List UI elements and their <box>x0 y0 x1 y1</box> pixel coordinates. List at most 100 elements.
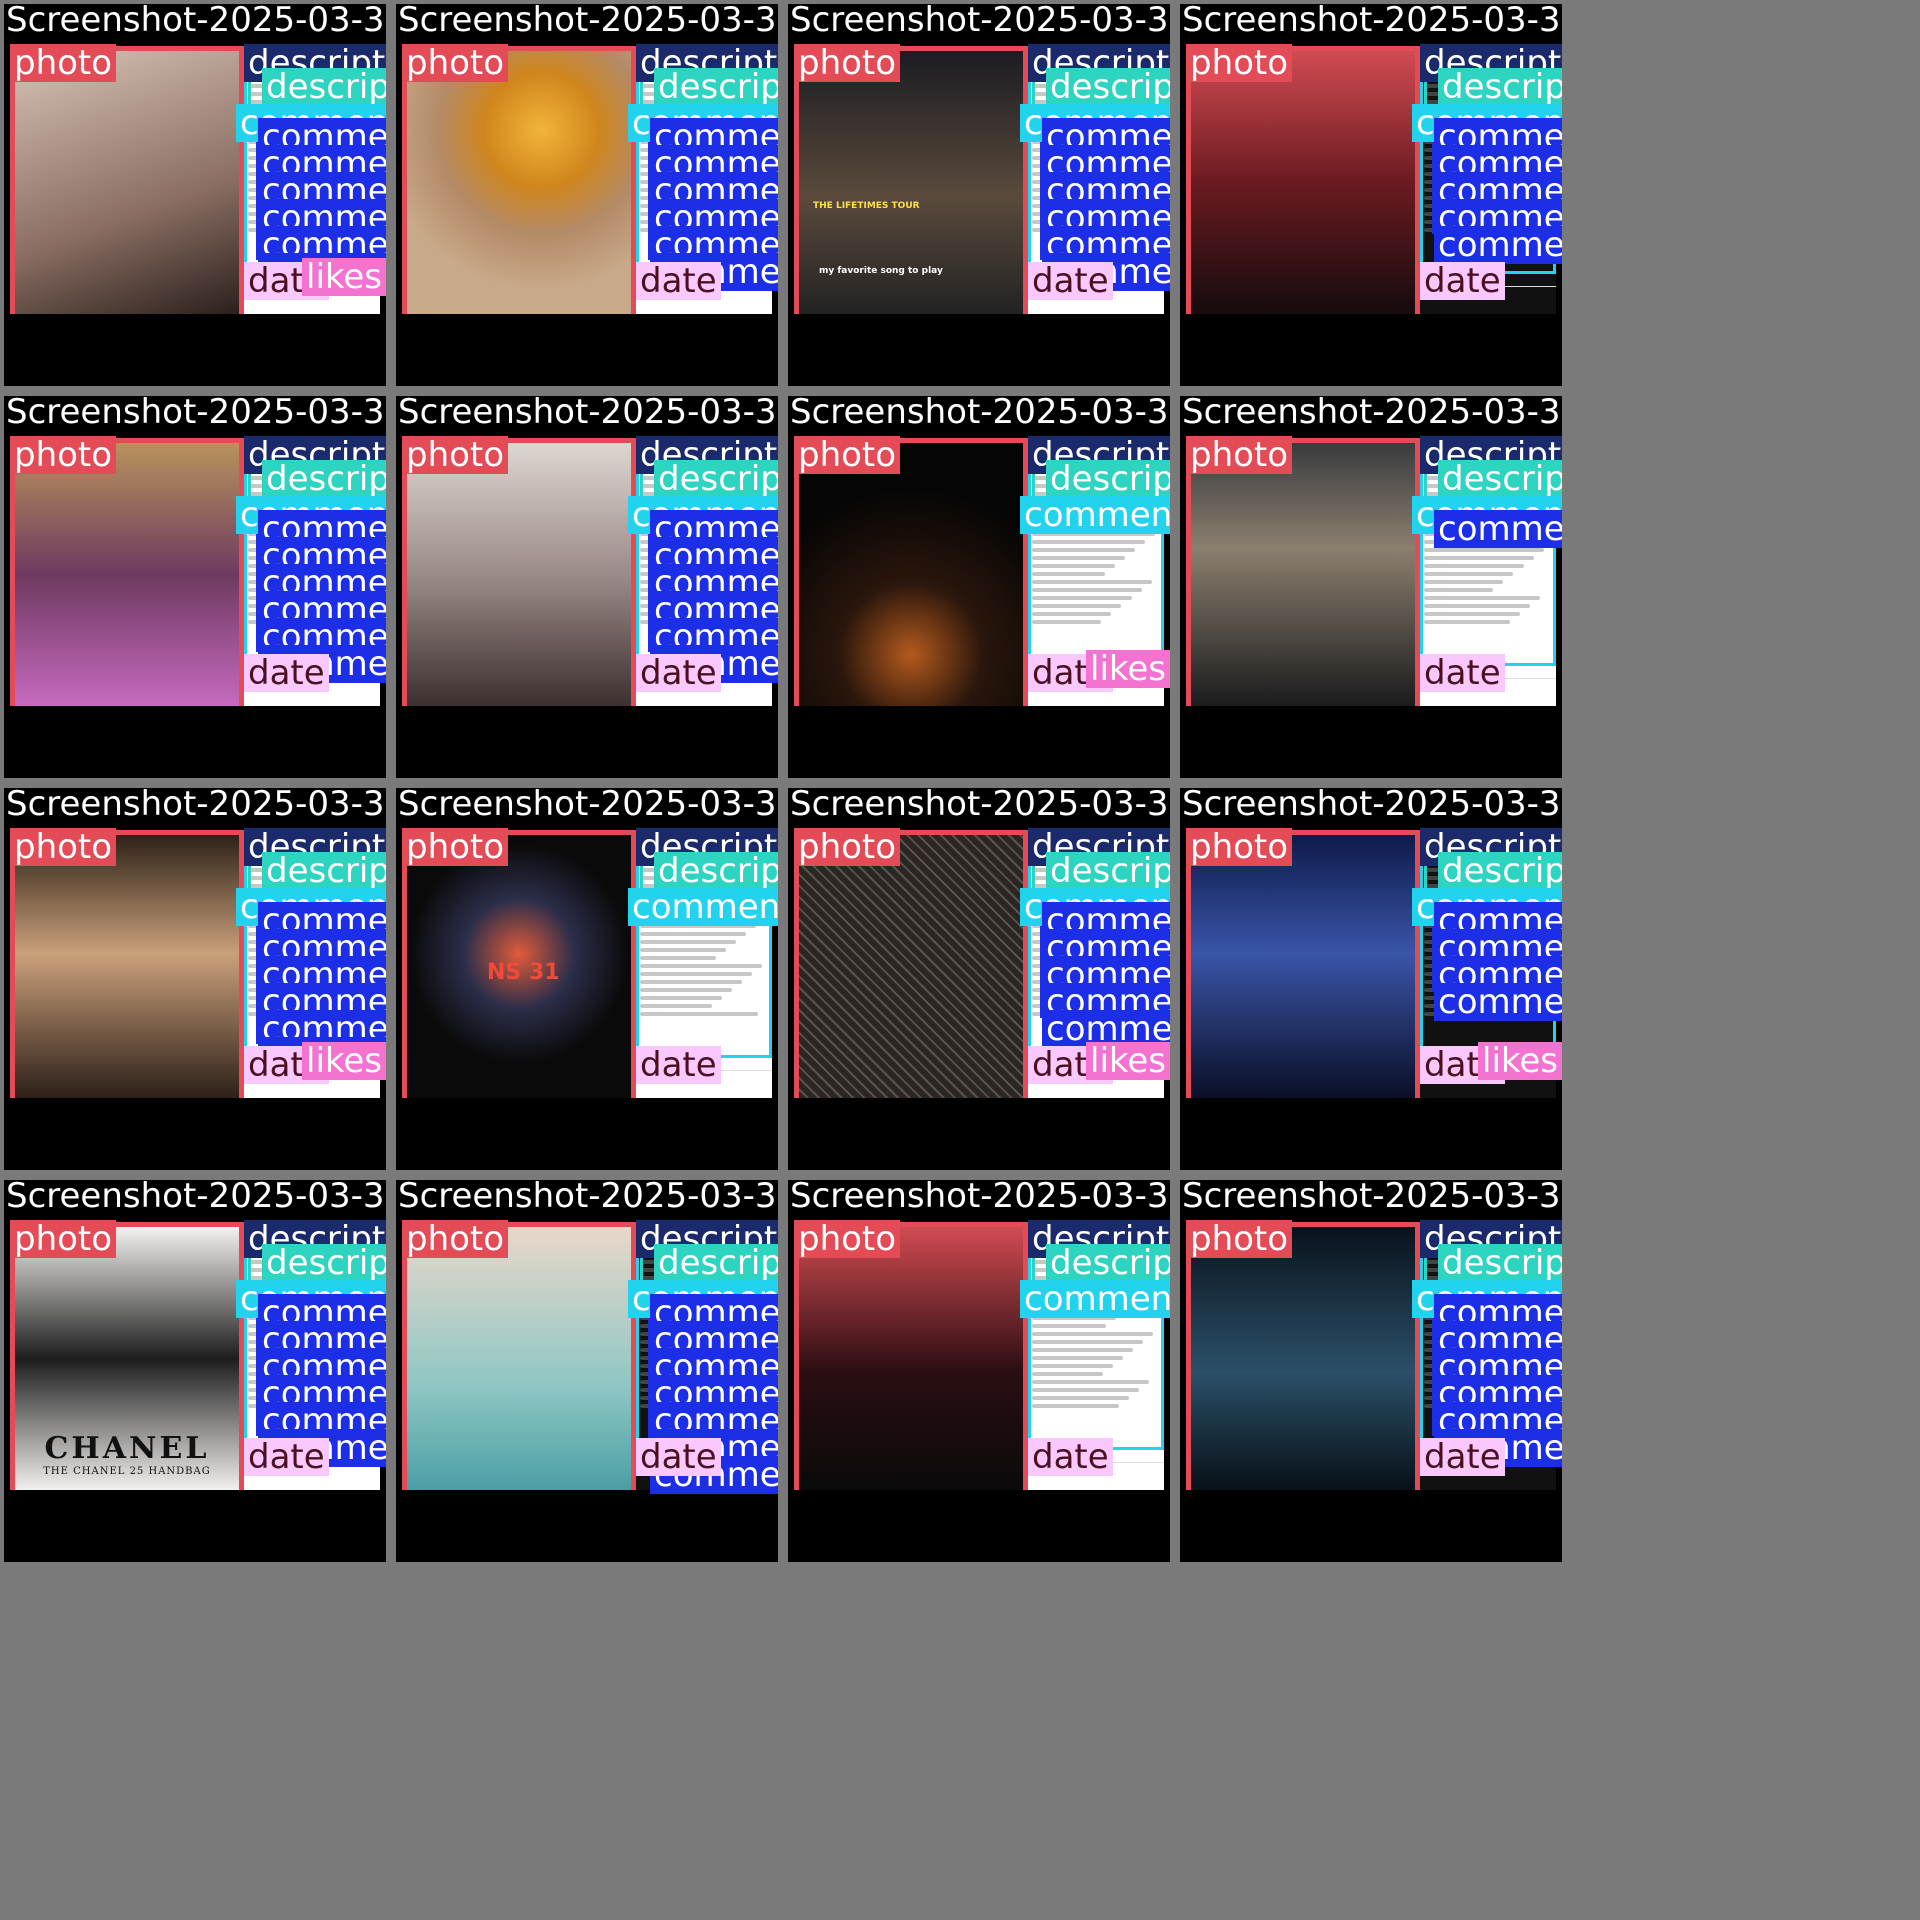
label-likes: likes <box>1478 1042 1562 1080</box>
label-photo: photo <box>794 436 901 474</box>
photo-bbox <box>1186 830 1420 1104</box>
label-date: date <box>636 1438 721 1476</box>
label-description: description <box>1046 1244 1170 1282</box>
label-description: description <box>1438 460 1562 498</box>
screenshot-tile: Screenshot-2025-03-31-173752Add a commen… <box>788 1180 1170 1562</box>
label-photo: photo <box>794 828 901 866</box>
label-date: date <box>1028 262 1113 300</box>
screenshot-tile: Screenshot-2025-03-31-173043Add a commen… <box>1180 396 1562 778</box>
tile-filename: Screenshot-2025-03-31-172400 <box>4 4 386 40</box>
label-description: description <box>654 852 778 890</box>
screenshot-tile: Screenshot-2025-03-31-173062Add a commen… <box>1180 4 1562 386</box>
label-description: description <box>262 68 386 106</box>
tile-bottom-bar <box>4 1098 386 1170</box>
photo-bbox <box>1186 1222 1420 1496</box>
photo-bbox <box>10 46 244 320</box>
label-date: date <box>1028 1438 1113 1476</box>
label-description: description <box>1046 852 1170 890</box>
label-description: description <box>262 852 386 890</box>
tile-filename: Screenshot-2025-03-31-172991 <box>788 396 1170 432</box>
screenshot-tile: Screenshot-2025-03-31-173024Add a commen… <box>396 1180 778 1562</box>
label-description: description <box>262 460 386 498</box>
tile-bottom-bar <box>4 314 386 386</box>
label-date: date <box>1420 654 1505 692</box>
label-description: description <box>1046 460 1170 498</box>
photo-bbox <box>1186 46 1420 320</box>
photo-bbox <box>402 830 636 1104</box>
screenshot-tile: Screenshot-2025-03-31-173529Add a commen… <box>1180 788 1562 1170</box>
label-description: description <box>1438 1244 1562 1282</box>
label-photo: photo <box>1186 44 1293 82</box>
screenshot-tile: Screenshot-2025-03-31-174028Add a commen… <box>1180 1180 1562 1562</box>
label-photo: photo <box>10 44 117 82</box>
tile-bottom-bar <box>788 1098 1170 1170</box>
label-photo: photo <box>10 1220 117 1258</box>
tile-filename: Screenshot-2025-03-31-172930 <box>396 4 778 40</box>
screenshot-tile: Screenshot-2025-03-31-172928Add a commen… <box>396 396 778 778</box>
label-description: description <box>1046 68 1170 106</box>
label-photo: photo <box>1186 828 1293 866</box>
label-photo: photo <box>402 44 509 82</box>
photo-bbox <box>794 438 1028 712</box>
tile-bottom-bar <box>4 706 386 778</box>
tile-bottom-bar <box>788 1490 1170 1562</box>
label-photo: photo <box>1186 1220 1293 1258</box>
tile-filename: Screenshot-2025-03-31-172928 <box>396 396 778 432</box>
label-date: date <box>636 1046 721 1084</box>
label-date: date <box>1420 1438 1505 1476</box>
tile-filename: Screenshot-2025-03-31-173043 <box>1180 396 1562 432</box>
label-likes: likes <box>302 1042 386 1080</box>
label-photo: photo <box>10 436 117 474</box>
label-photo: photo <box>794 1220 901 1258</box>
label-photo: photo <box>402 828 509 866</box>
label-photo: photo <box>1186 436 1293 474</box>
tile-bottom-bar <box>396 1098 778 1170</box>
tile-filename: Screenshot-2025-03-31-173752 <box>788 1180 1170 1216</box>
photo-bbox <box>10 830 244 1104</box>
label-likes: likes <box>1086 1042 1170 1080</box>
photo-bbox <box>10 438 244 712</box>
label-date: date <box>636 654 721 692</box>
label-comments-background: comments_background <box>628 888 778 926</box>
photo-bbox <box>794 46 1028 320</box>
label-comment: comment <box>1434 983 1562 1021</box>
label-description: description <box>654 1244 778 1282</box>
tile-filename: Screenshot-2025-03-31-173229 <box>788 788 1170 824</box>
label-photo: photo <box>402 1220 509 1258</box>
tile-filename: Screenshot-2025-03-31-172997 <box>788 4 1170 40</box>
photo-bbox <box>1186 438 1420 712</box>
tile-filename: Screenshot-2025-03-31-173062 <box>1180 4 1562 40</box>
label-description: description <box>1438 68 1562 106</box>
label-likes: likes <box>1086 650 1170 688</box>
label-photo: photo <box>794 44 901 82</box>
screenshot-tile: Screenshot-2025-03-31-173229Add a commen… <box>788 788 1170 1170</box>
label-description: description <box>1438 852 1562 890</box>
label-date: date <box>244 1438 329 1476</box>
label-description: description <box>262 1244 386 1282</box>
label-photo: photo <box>10 828 117 866</box>
photo-bbox <box>10 1222 244 1496</box>
screenshot-tile: Screenshot-2025-03-31-172997THE LIFETIME… <box>788 4 1170 386</box>
screenshot-tile: Screenshot-2025-03-31-172991Add a commen… <box>788 396 1170 778</box>
tile-bottom-bar <box>1180 314 1562 386</box>
screenshot-tile: Screenshot-2025-03-31-173001NS 31Add a c… <box>396 788 778 1170</box>
photo-bbox <box>402 1222 636 1496</box>
label-comments-background: comments_background <box>1020 496 1170 534</box>
screenshot-tile: Screenshot-2025-03-31-172518Add a commen… <box>4 788 386 1170</box>
tile-bottom-bar <box>396 1490 778 1562</box>
tile-bottom-bar <box>1180 1490 1562 1562</box>
tile-filename: Screenshot-2025-03-31-173529 <box>1180 788 1562 824</box>
photo-bbox <box>794 830 1028 1104</box>
label-photo: photo <box>402 436 509 474</box>
tile-filename: Screenshot-2025-03-31-172609 <box>4 1180 386 1216</box>
tile-filename: Screenshot-2025-03-31-173001 <box>396 788 778 824</box>
screenshot-tile: Screenshot-2025-03-31-172609CHANELTHE CH… <box>4 1180 386 1562</box>
photo-bbox <box>402 46 636 320</box>
tile-filename: Screenshot-2025-03-31-174028 <box>1180 1180 1562 1216</box>
label-comment: comment <box>1434 510 1562 548</box>
screenshot-tile: Screenshot-2025-03-31-172930Add a commen… <box>396 4 778 386</box>
annotation-grid: Screenshot-2025-03-31-172400Add a commen… <box>0 0 1920 1920</box>
tile-bottom-bar <box>788 314 1170 386</box>
screenshot-tile: Screenshot-2025-03-31-172413Add a commen… <box>4 396 386 778</box>
tile-filename: Screenshot-2025-03-31-172518 <box>4 788 386 824</box>
